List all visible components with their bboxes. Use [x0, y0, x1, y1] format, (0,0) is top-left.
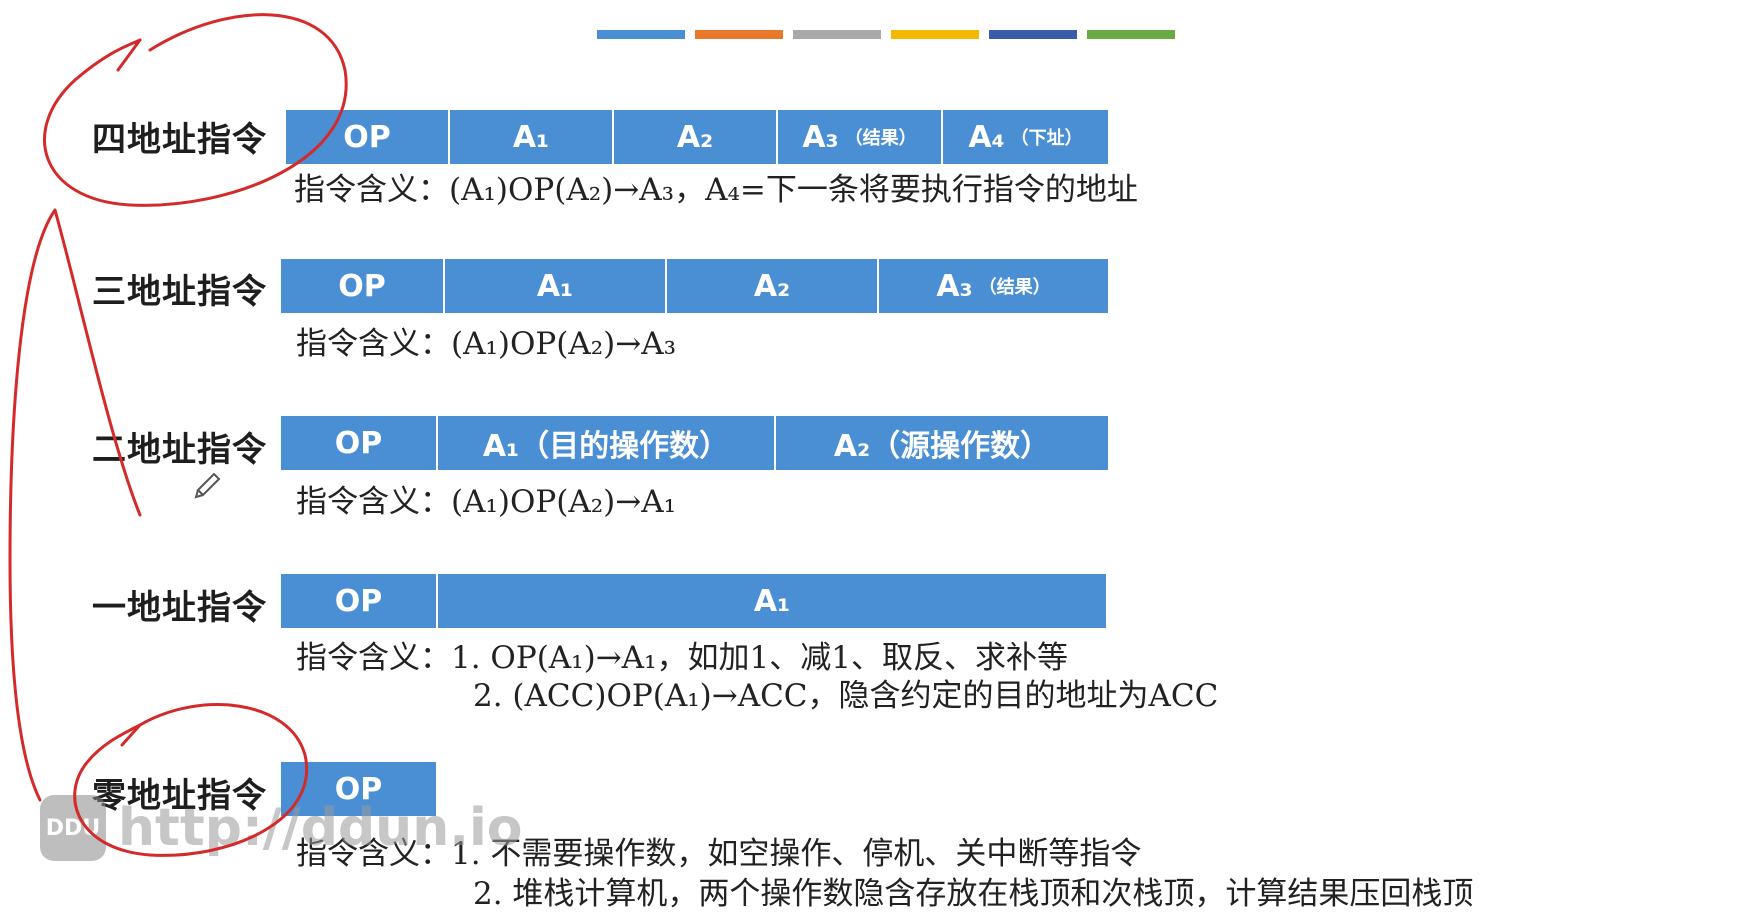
bar-segment-green — [1087, 30, 1175, 39]
four-cell-a1: A₁ — [450, 110, 614, 164]
one-cell-a1: A₁ — [753, 583, 791, 619]
pen-cursor-icon — [194, 472, 221, 499]
two-cell-a2: A₂（源操作数） — [833, 429, 1051, 464]
three-cell-a1: A₁ — [445, 259, 667, 313]
three-address-format: OP A₁ A₂ A₃ （结果） — [281, 259, 1108, 313]
two-address-meaning: 指令含义：(A₁)OP(A₂)→A₁ — [296, 484, 677, 520]
four-cell-a2: A₂ — [614, 110, 778, 164]
one-address-format: OP A₁ — [281, 574, 1106, 628]
bar-segment-yellow — [891, 30, 979, 39]
watermark-text: http://ddun.io — [118, 798, 523, 858]
top-color-bar — [597, 30, 1175, 39]
bar-segment-navy — [989, 30, 1077, 39]
three-cell-a2: A₂ — [667, 259, 879, 313]
watermark-logo: DDU — [40, 795, 106, 861]
four-address-label: 四地址指令 — [92, 120, 267, 160]
bar-segment-blue — [597, 30, 685, 39]
bar-segment-gray — [793, 30, 881, 39]
three-address-label: 三地址指令 — [92, 272, 267, 312]
four-cell-a3: A₃ （结果） — [778, 110, 943, 164]
bar-segment-orange — [695, 30, 783, 39]
four-cell-op: OP — [286, 110, 450, 164]
one-address-label: 一地址指令 — [92, 588, 267, 628]
four-address-format: OP A₁ A₂ A₃ （结果） A₄ （下址） — [286, 110, 1108, 164]
four-cell-a4: A₄ （下址） — [968, 119, 1083, 155]
watermark: DDU http://ddun.io — [40, 795, 523, 861]
zero-address-meaning-line2: 2. 堆栈计算机，两个操作数隐含存放在栈顶和次栈顶，计算结果压回栈顶 — [473, 876, 1474, 912]
two-address-format: OP A₁（目的操作数） A₂（源操作数） — [281, 416, 1108, 470]
two-cell-op: OP — [281, 416, 438, 470]
three-cell-op: OP — [281, 259, 445, 313]
four-address-meaning: 指令含义：(A₁)OP(A₂)→A₃，A₄=下一条将要执行指令的地址 — [294, 172, 1138, 208]
three-cell-a3: A₃ （结果） — [936, 268, 1051, 304]
one-address-meaning-line2: 2. (ACC)OP(A₁)→ACC，隐含约定的目的地址为ACC — [473, 678, 1219, 714]
three-address-meaning: 指令含义：(A₁)OP(A₂)→A₃ — [296, 326, 677, 362]
two-address-label: 二地址指令 — [92, 430, 267, 470]
two-cell-a1: A₁（目的操作数） — [438, 416, 776, 470]
one-cell-op: OP — [281, 574, 438, 628]
